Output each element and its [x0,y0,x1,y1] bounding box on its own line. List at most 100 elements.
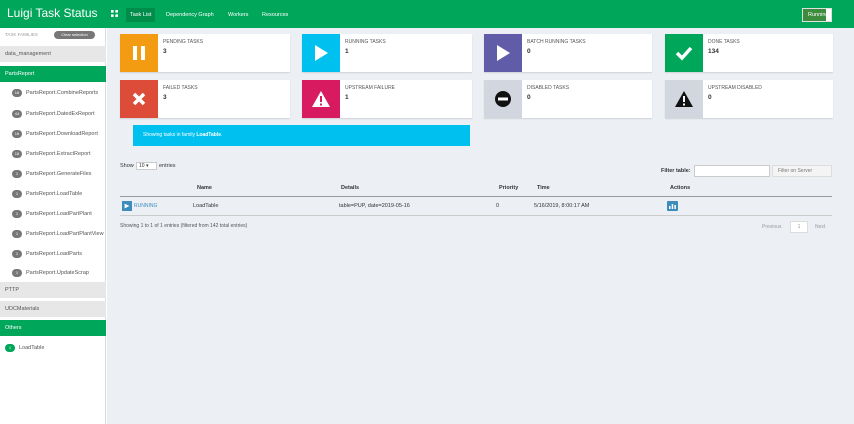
box-title: BATCH RUNNING TASKS [527,39,586,45]
sidebar-task-item[interactable]: 1 PartsReport.LoadParts [0,246,106,262]
task-name: PartsReport.LoadPartPlant [26,211,92,217]
running-toggle[interactable]: Running [802,8,832,22]
task-count-badge: 1 [5,344,15,352]
minus-circle-icon [495,91,511,107]
sidebar-group-data-management[interactable]: data_management [0,46,106,62]
running-tasks-box[interactable]: RUNNING TASKS 1 [302,34,472,72]
sidebar-task-item[interactable]: 16 PartsReport.ExtractReport [0,146,106,162]
task-name: PartsReport.ExtractReport [26,151,91,157]
disabled-tasks-box[interactable]: DISABLED TASKS 0 [484,80,652,118]
box-title: DONE TASKS [708,39,740,45]
col-header-actions[interactable]: Actions [670,185,690,191]
sidebar-group-others[interactable]: Others [0,320,106,336]
pagination-next[interactable]: Next [815,224,825,230]
done-tasks-box[interactable]: DONE TASKS 134 [665,34,833,72]
sidebar-task-item[interactable]: 1 PartsReport.LoadPartPlant [0,206,106,222]
upstream-failure-box[interactable]: UPSTREAM FAILURE 1 [302,80,472,118]
sidebar-header-label: TASK FAMILIES [5,32,38,37]
box-count: 134 [708,48,719,55]
entries-select[interactable]: 10 ▾ [136,162,157,170]
show-label: Show [120,163,134,169]
box-title: DISABLED TASKS [527,85,570,91]
task-name: PartsReport.LoadPartPlantView [26,231,104,237]
box-count: 0 [527,94,531,101]
task-name: LoadTable [19,345,45,351]
box-icon-area [120,80,158,118]
col-header-time[interactable]: Time [537,185,550,191]
sidebar-task-item[interactable]: 44 PartsReport.DatedExReport [0,106,106,122]
sidebar-task-item[interactable]: 16 PartsReport.DownloadReport [0,126,106,142]
sidebar-task-item[interactable]: 1 PartsReport.LoadPartPlantView [0,226,106,242]
task-name: PartsReport.LoadParts [26,251,82,257]
col-header-name[interactable]: Name [197,185,212,191]
box-count: 1 [345,94,349,101]
entries-value: 10 [139,163,145,169]
box-title: UPSTREAM FAILURE [345,85,396,91]
box-count: 3 [163,48,167,55]
chevron-down-icon: ▾ [145,163,149,169]
pause-icon [133,46,145,60]
entries-label: entries [159,163,176,169]
task-count-badge: 44 [12,110,22,118]
failed-tasks-box[interactable]: FAILED TASKS 3 [120,80,290,118]
box-count: 0 [527,48,531,55]
play-icon [315,45,328,61]
table-row-divider [120,215,832,216]
task-name: PartsReport.DatedExReport [26,111,95,117]
clear-selection-button[interactable]: Clear selection [54,31,95,39]
filter-on-server-button[interactable]: Filter on Server [772,165,832,177]
box-icon-area [120,34,158,72]
pending-tasks-box[interactable]: PENDING TASKS 3 [120,34,290,72]
tab-task-list[interactable]: Task List [126,8,156,22]
table-info: Showing 1 to 1 of 1 entries (filtered fr… [120,223,248,229]
col-header-priority[interactable]: Priority [499,185,518,191]
menu-grid-icon[interactable] [111,10,118,17]
sidebar-task-item[interactable]: 1 PartsReport.GenerateFiles [0,166,106,182]
col-header-details[interactable]: Details [341,185,359,191]
filter-label: Filter table: [661,168,691,174]
play-icon [497,45,510,61]
task-name: PartsReport.LoadTable [26,191,83,197]
running-status-icon [122,201,132,211]
sidebar-group-partsreport[interactable]: PartsReport [0,66,106,82]
sidebar-task-item[interactable]: 1 PartsReport.UpdateScrap [0,265,106,281]
box-icon-area [302,80,340,118]
task-name: PartsReport.DownloadReport [26,131,98,137]
task-count-badge: 1 [12,269,22,277]
sidebar-group-pttp[interactable]: PTTP [0,282,106,298]
pagination-previous[interactable]: Previous [762,224,781,230]
box-icon-area [665,80,703,118]
batch-running-tasks-box[interactable]: BATCH RUNNING TASKS 0 [484,34,652,72]
sidebar-task-item[interactable]: 1 PartsReport.LoadTable [0,186,106,202]
callout-prefix: Showing tasks in family [143,132,197,138]
sidebar-task-item[interactable]: 16 PartsReport.CombineReports [0,85,106,101]
view-graph-button[interactable] [667,201,678,211]
box-count: 1 [345,48,349,55]
sidebar: TASK FAMILIES Clear selection data_manag… [0,28,106,424]
box-icon-area [302,34,340,72]
task-count-badge: 16 [12,130,22,138]
task-count-badge: 1 [12,190,22,198]
box-icon-area [665,34,703,72]
box-count: 0 [708,94,712,101]
task-name: PartsReport.CombineReports [26,90,99,96]
pagination-page-1[interactable]: 1 [790,221,808,233]
warning-icon [675,91,693,107]
sidebar-group-udcmaterials[interactable]: UDCMaterials [0,301,106,317]
check-icon [675,46,693,61]
status-text: RUNNING [134,203,158,209]
filter-table-input[interactable] [694,165,770,177]
tab-dependency-graph[interactable]: Dependency Graph [166,12,214,19]
row-details: table=PUP, date=2019-05-16 [339,203,410,209]
graph-icon [669,204,676,209]
x-icon [132,92,146,106]
tab-workers[interactable]: Workers [228,12,248,19]
task-count-badge: 1 [12,230,22,238]
family-filter-callout: Showing tasks in family LoadTable. [133,125,470,146]
app-title[interactable]: Luigi Task Status [7,6,98,20]
sidebar-task-item[interactable]: 1 LoadTable [0,340,106,356]
upstream-disabled-box[interactable]: UPSTREAM DISABLED 0 [665,80,833,118]
tab-resources[interactable]: Resources [262,12,288,19]
box-count: 3 [163,94,167,101]
task-count-badge: 16 [12,89,22,97]
